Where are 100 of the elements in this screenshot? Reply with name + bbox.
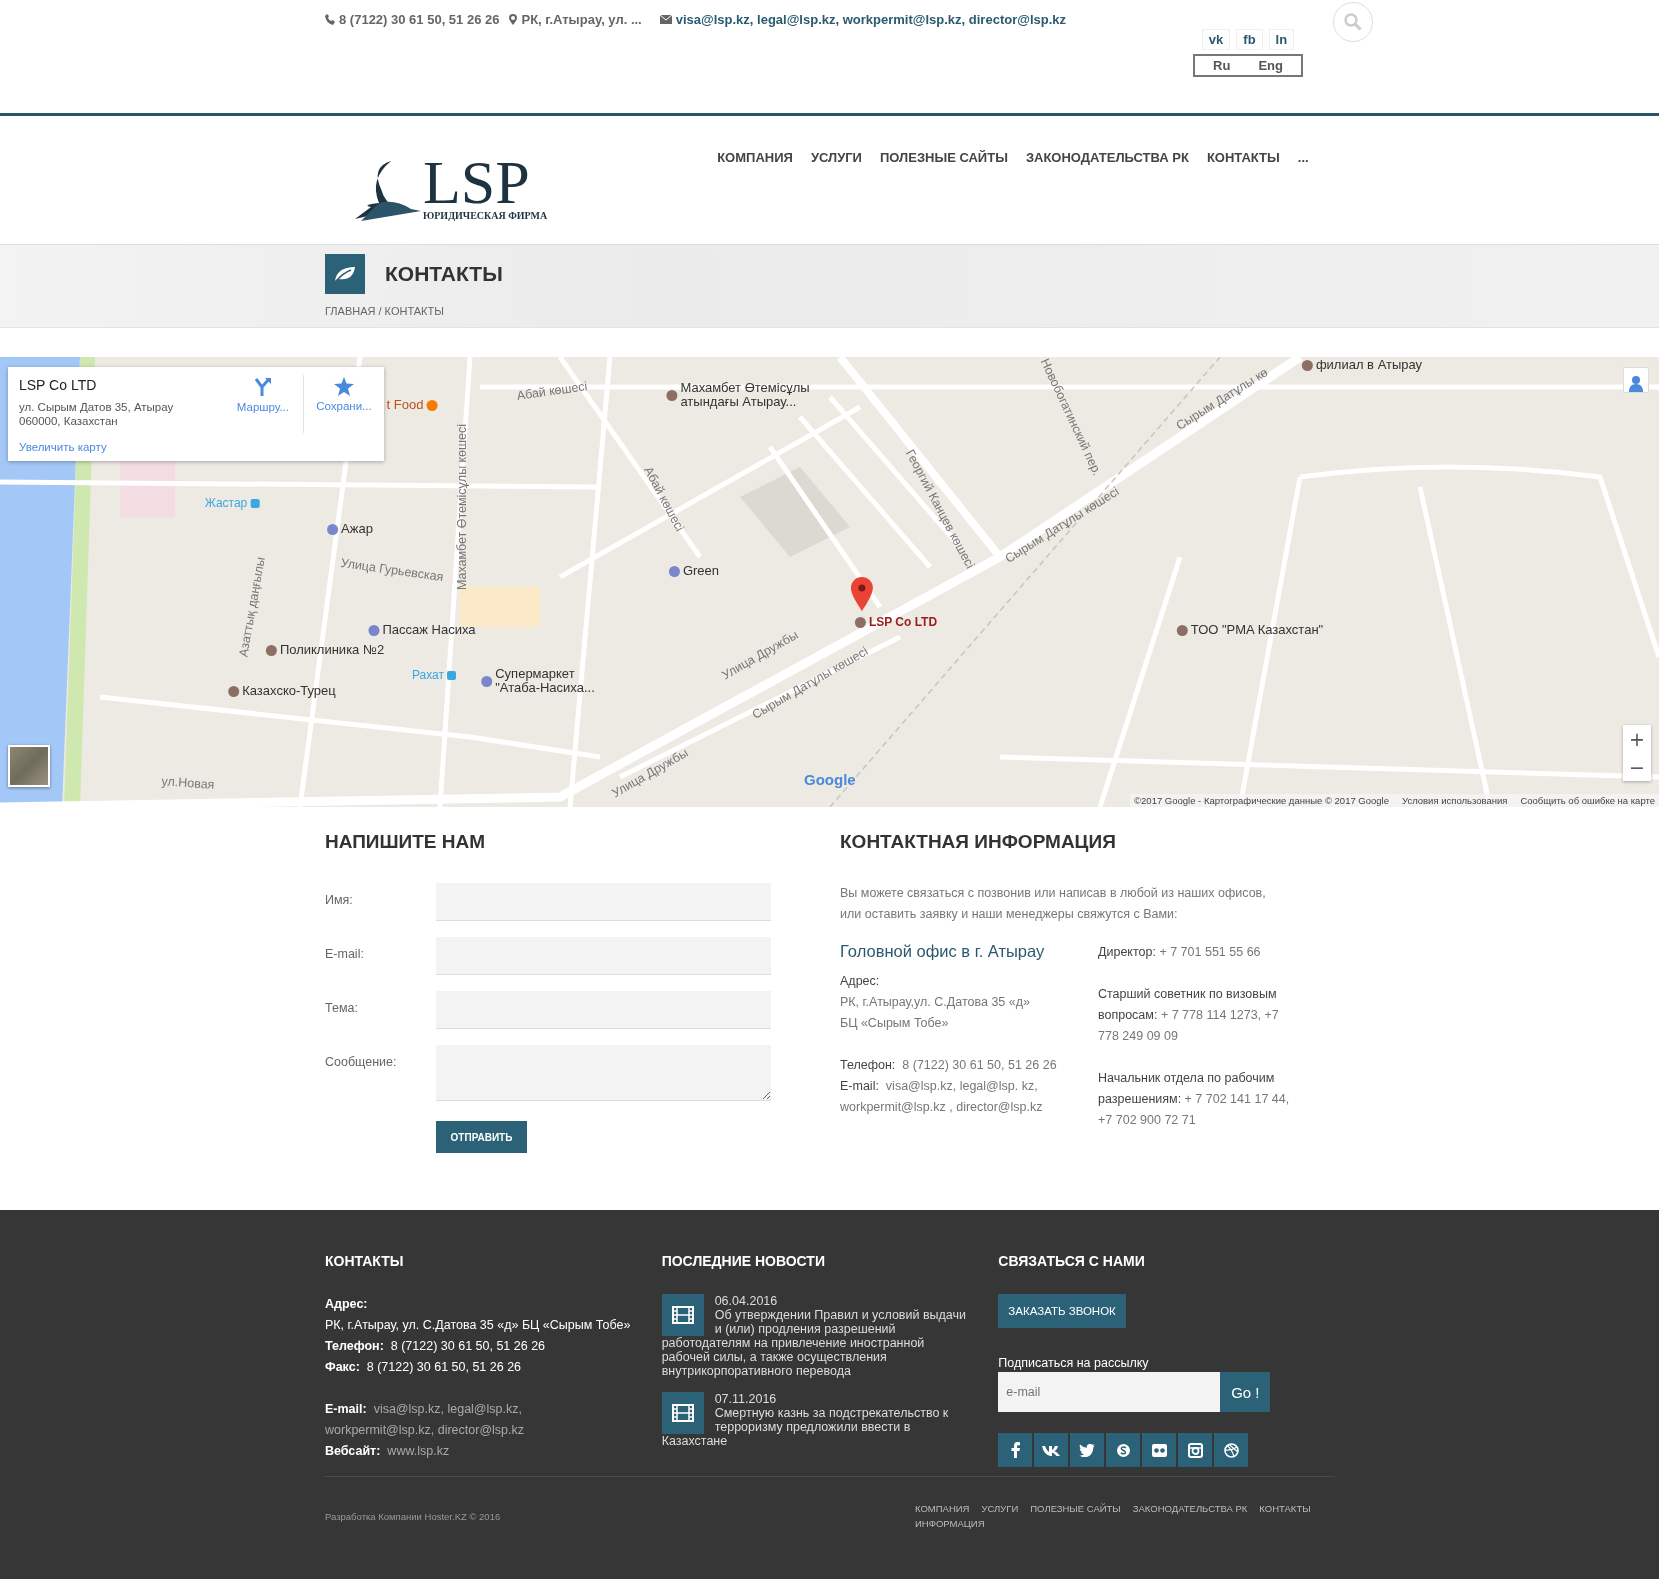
contact-line: Начальник отдела по рабочим разрешениям: + 7 702 141 17 44, +7 702 900 72 71	[1098, 1070, 1291, 1129]
directions-button[interactable]: Маршру...	[222, 367, 303, 427]
save-button[interactable]: Сохрани...	[302, 375, 384, 433]
search-icon	[1344, 13, 1362, 31]
nav-link[interactable]: КОНТАКТЫ	[1206, 150, 1280, 170]
nav-link[interactable]: КОМПАНИЯ	[717, 150, 793, 170]
footer-link[interactable]: ПОЛЕЗНЫЕ САЙТЫ	[1030, 1503, 1121, 1514]
satellite-thumbnail[interactable]	[8, 745, 50, 787]
place-label[interactable]: Казахско-Турец	[228, 684, 336, 698]
place-label[interactable]: ТОО "PMA Казахстан"	[1176, 623, 1324, 637]
zoom-button[interactable]: +	[1623, 725, 1651, 753]
credit-text: Разработка Компании Hoster.KZ © 2016	[325, 1511, 501, 1524]
footer-link[interactable]: УСЛУГИ	[981, 1503, 1019, 1514]
social-link[interactable]: vk	[1201, 29, 1231, 50]
vk-button[interactable]	[1034, 1433, 1069, 1467]
place-label[interactable]: Green	[668, 564, 720, 578]
street-label: ул.Новая	[161, 774, 215, 792]
person-icon	[1629, 376, 1643, 392]
field-label: Имя:	[325, 892, 354, 909]
callback-button[interactable]: ЗАКАЗАТЬ ЗВОНОК	[998, 1294, 1126, 1328]
address-text: Адрес: РК, г.Атырау, ул. С.Датова 35 «д» БЦ «Сырым Тобе»	[325, 1296, 632, 1334]
camera-icon	[1187, 1442, 1203, 1458]
envelope-icon	[659, 15, 672, 24]
ball-icon	[1223, 1442, 1239, 1458]
message-field[interactable]	[436, 1045, 771, 1101]
map-pin-icon	[850, 577, 873, 611]
field-label: E-mail:	[325, 946, 365, 963]
footer-link[interactable]: КОНТАКТЫ	[1259, 1503, 1311, 1514]
nav-link[interactable]: ...	[1297, 150, 1309, 170]
breadcrumb: ГЛАВНАЯ / КОНТАКТЫ	[325, 305, 445, 317]
instagram-button[interactable]	[1178, 1433, 1213, 1467]
field-label: Тема:	[325, 1000, 359, 1017]
place-label[interactable]: Супермаркет "Атаба-Насиха...	[481, 667, 595, 695]
subscribe-button[interactable]: Go !	[1220, 1372, 1271, 1412]
place-label[interactable]: филиал в Атырау	[1301, 358, 1423, 372]
address-text: Адрес: РК, г.Атырау,ул. С.Датова 35 «д» БЦ «Сырым Тобе»	[840, 973, 1031, 1032]
logo-name: LSP	[423, 154, 530, 210]
contact-line: E-mail: visa@lsp.kz, legal@lsp. kz, workpermit@lsp.kz , director@lsp.kz	[840, 1078, 1044, 1116]
twitter-button[interactable]	[1070, 1433, 1105, 1467]
submit-button[interactable]: ОТПРАВИТЬ	[436, 1121, 527, 1153]
contact-line: Вебсайт: www.lsp.kz	[325, 1443, 451, 1460]
news-link[interactable]: Смертную казнь за подстрекательство к терроризму предложили ввести в Казахстане	[661, 1406, 972, 1448]
place-label[interactable]: Ажар	[327, 522, 373, 536]
footer-link[interactable]: КОМПАНИЯ	[915, 1503, 970, 1514]
contact-line: Телефон: 8 (7122) 30 61 50, 51 26 26	[840, 1057, 1058, 1074]
place-marker-label[interactable]: LSP Co LTD	[854, 615, 938, 629]
zoom-button[interactable]: −	[1623, 753, 1651, 781]
section-heading: НАПИШИТЕ НАМ	[325, 831, 487, 853]
star-icon	[333, 377, 354, 396]
dribbble-button[interactable]	[1214, 1433, 1249, 1467]
email-links[interactable]: visa@lsp.kz, legal@lsp.kz, workpermit@lsp.kz, director@lsp.kz	[659, 12, 1066, 27]
contact-line: Телефон: 8 (7122) 30 61 50, 51 26 26	[325, 1338, 547, 1355]
flickr-button[interactable]	[1142, 1433, 1177, 1467]
news-link[interactable]: Об утверждении Правил и условий выдачи и (или) продления разрешений работодателям на привлечение иностранной рабочей силы, а также осуществления внутрикорпоративного перевода	[661, 1308, 972, 1378]
contact-line: Директор: + 7 701 551 55 66	[1098, 944, 1262, 961]
nav-link[interactable]: УСЛУГИ	[810, 150, 862, 170]
skype-button[interactable]	[1106, 1433, 1141, 1467]
section-heading: КОНТАКТНАЯ ИНФОРМАЦИЯ	[840, 831, 1117, 853]
contact-line: Старший советник по визовым вопросам: + 7 778 114 1273, +7 778 249 09 09	[1098, 986, 1280, 1045]
map-footer-link[interactable]: Условия использования	[1402, 795, 1508, 806]
social-link[interactable]: fb	[1236, 29, 1263, 50]
enlarge-map-link[interactable]: Увеличить карту	[19, 441, 223, 453]
language-link[interactable]: Eng	[1258, 58, 1283, 73]
language-link[interactable]: Ru	[1213, 58, 1231, 73]
news-date: 06.04.2016	[713, 1294, 779, 1308]
input-field[interactable]	[436, 991, 771, 1029]
footer-link[interactable]: ЗАКОНОДАТЕЛЬСТВА РК	[1132, 1503, 1248, 1514]
film-icon	[661, 1392, 704, 1434]
phone-icon	[325, 14, 335, 25]
input-field[interactable]	[436, 883, 771, 921]
nav-link[interactable]: ЗАКОНОДАТЕЛЬСТВА РК	[1025, 150, 1189, 170]
route-arrow-icon	[252, 377, 273, 397]
skype-icon	[1115, 1442, 1131, 1458]
vk-icon	[1042, 1444, 1061, 1456]
two-dots-icon	[1151, 1443, 1167, 1457]
footer-heading: СВЯЗАТЬСЯ С НАМИ	[998, 1253, 1146, 1269]
address-text: РК, г.Атырау, ул. ...	[509, 12, 642, 27]
phone-text: 8 (7122) 30 61 50, 51 26 26	[325, 12, 500, 27]
footer-heading: КОНТАКТЫ	[325, 1253, 405, 1269]
social-link[interactable]: ln	[1268, 29, 1295, 50]
input-field[interactable]	[436, 937, 771, 975]
email-field[interactable]: e-mail	[998, 1372, 1221, 1412]
place-name: LSP Co LTD	[19, 377, 98, 393]
subscribe-label: Подписаться на рассылку	[998, 1356, 1150, 1370]
contact-line: Факс: 8 (7122) 30 61 50, 51 26 26	[325, 1359, 523, 1376]
place-label[interactable]: Махамбет Өтемісұлы атындағы Атырау...	[666, 381, 810, 409]
footer-link[interactable]: ИНФОРМАЦИЯ	[915, 1518, 985, 1529]
map-footer-link[interactable]: Сообщить об ошибке на карте	[1520, 795, 1655, 806]
map-attribution: ©2017 Google - Картографические данные © 2017 Google	[1134, 795, 1389, 806]
place-label[interactable]: Пассаж Насиха	[368, 623, 476, 637]
street-view-button[interactable]	[1623, 367, 1649, 393]
leaf-icon	[325, 254, 365, 294]
place-label[interactable]: Поликлиника №2	[265, 643, 385, 657]
map-logo: Google	[804, 771, 856, 788]
logo-tagline: ЮРИДИЧЕСКАЯ ФИРМА	[423, 210, 548, 221]
place-address: ул. Сырым Датов 35, Атырау 060000, Казахстан	[19, 400, 175, 428]
nav-link[interactable]: ПОЛЕЗНЫЕ САЙТЫ	[879, 150, 1008, 170]
facebook-button[interactable]	[998, 1433, 1033, 1467]
street-label: Махамбет Өтемісұлы көшесі	[455, 423, 469, 591]
place-label[interactable]: t Food	[386, 398, 438, 412]
